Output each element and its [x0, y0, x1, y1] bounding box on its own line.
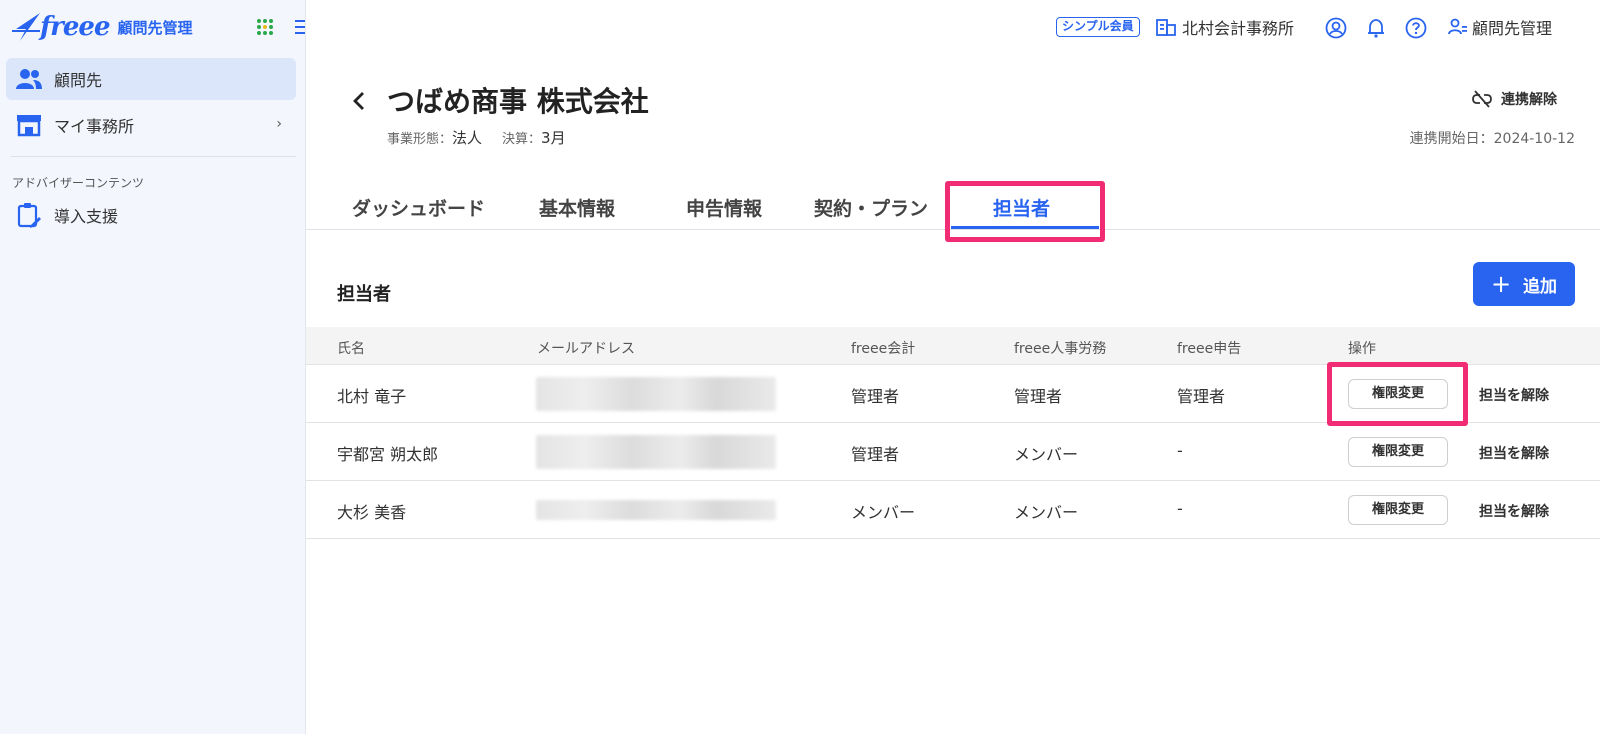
- account-icon[interactable]: [1325, 17, 1347, 39]
- back-chevron-icon[interactable]: [350, 90, 370, 112]
- clipboard-edit-icon: [16, 203, 42, 228]
- remove-staff-link[interactable]: 担当を解除: [1479, 443, 1549, 463]
- tab-basic-info[interactable]: 基本情報: [539, 194, 615, 221]
- plan-badge: シンプル会員: [1056, 17, 1140, 37]
- staff-name: 宇都宮 朔太郎: [337, 445, 439, 464]
- unlink-icon: [1472, 90, 1492, 108]
- menu-collapse-icon[interactable]: [293, 17, 305, 37]
- section-title: 担当者: [337, 284, 391, 305]
- col-name: 氏名: [337, 341, 365, 357]
- bell-icon[interactable]: [1365, 17, 1387, 39]
- accounting-role: メンバー: [851, 503, 916, 522]
- unlink-button[interactable]: 連携解除: [1472, 89, 1557, 109]
- tax-role: 管理者: [1177, 387, 1226, 406]
- plus-icon: +: [1490, 270, 1512, 298]
- col-email: メールアドレス: [537, 341, 635, 357]
- accounting-role: 管理者: [851, 387, 900, 406]
- unlink-label: 連携解除: [1501, 92, 1557, 108]
- staff-name: 大杉 美香: [337, 503, 407, 522]
- remove-staff-link[interactable]: 担当を解除: [1479, 501, 1549, 521]
- chevron-right-icon: ›: [276, 116, 282, 132]
- sidebar-section-title: アドバイザーコンテンツ: [12, 176, 145, 190]
- tab-contract-plan[interactable]: 契約・プラン: [814, 194, 928, 221]
- table-header: 氏名 メールアドレス freee会計 freee人事労務 freee申告 操作: [306, 327, 1600, 365]
- linked-date: 連携開始日：2024-10-12: [1409, 131, 1575, 147]
- email-redacted: [536, 500, 776, 520]
- top-header: シンプル会員 北村会計事務所 顧問先管理: [306, 0, 1600, 56]
- email-redacted: [536, 435, 776, 469]
- sidebar-item-label: マイ事務所: [54, 117, 135, 136]
- highlight-box-tab: [945, 181, 1105, 242]
- biz-type-value: 法人: [452, 129, 483, 147]
- apps-grid-icon[interactable]: [256, 18, 274, 36]
- tab-tax-filing[interactable]: 申告情報: [686, 194, 762, 221]
- bird-logo-icon: [12, 13, 40, 41]
- tax-role: -: [1177, 499, 1183, 518]
- sidebar-divider: [10, 156, 296, 157]
- change-permission-button[interactable]: 権限変更: [1348, 437, 1448, 467]
- tab-dashboard[interactable]: ダッシュボード: [352, 194, 485, 221]
- hr-role: 管理者: [1014, 387, 1063, 406]
- fiscal-label: 決算：: [502, 132, 542, 147]
- fiscal-value: 3月: [541, 129, 566, 147]
- logo-text: freee: [40, 12, 111, 42]
- staff-name: 北村 竜子: [337, 387, 407, 406]
- table-row: 宇都宮 朔太郎 管理者 メンバー - 権限変更 担当を解除: [306, 423, 1600, 481]
- building-icon: [1156, 19, 1176, 36]
- role-switcher[interactable]: 顧問先管理: [1448, 15, 1552, 39]
- email-redacted: [536, 377, 776, 411]
- sidebar-item-my-office[interactable]: マイ事務所 ›: [6, 104, 296, 146]
- add-button-label: 追加: [1523, 276, 1558, 297]
- sidebar-item-label: 導入支援: [54, 207, 119, 226]
- highlight-box-permission: [1327, 362, 1468, 426]
- sidebar-item-onboarding[interactable]: 導入支援: [6, 194, 296, 236]
- col-hr: freee人事労務: [1014, 341, 1107, 357]
- biz-type-label: 事業形態：: [387, 132, 453, 147]
- add-staff-button[interactable]: + 追加: [1473, 262, 1575, 306]
- office-name: 北村会計事務所: [1182, 19, 1295, 38]
- sidebar-item-clients[interactable]: 顧問先: [6, 58, 296, 100]
- people-icon: [16, 67, 42, 91]
- change-permission-button[interactable]: 権限変更: [1348, 495, 1448, 525]
- accounting-role: 管理者: [851, 445, 900, 464]
- page-title: つばめ商事 株式会社: [387, 85, 649, 118]
- app: freee 顧問先管理 顧問先 マイ事務所 › アドバイザーコンテンツ 導入支援…: [0, 0, 1600, 734]
- sidebar-item-label: 顧問先: [54, 71, 103, 90]
- table-row: 大杉 美香 メンバー メンバー - 権限変更 担当を解除: [306, 481, 1600, 539]
- remove-staff-link[interactable]: 担当を解除: [1479, 385, 1549, 405]
- role-label: 顧問先管理: [1472, 19, 1553, 38]
- hr-role: メンバー: [1014, 445, 1079, 464]
- app-name: 顧問先管理: [117, 18, 193, 37]
- sidebar: freee 顧問先管理 顧問先 マイ事務所 › アドバイザーコンテンツ 導入支援: [0, 0, 306, 734]
- client-meta: 事業形態：法人 決算：3月: [387, 127, 586, 148]
- hr-role: メンバー: [1014, 503, 1079, 522]
- office-icon: [16, 113, 42, 137]
- office-switcher[interactable]: 北村会計事務所: [1156, 15, 1294, 39]
- help-icon[interactable]: [1405, 17, 1427, 39]
- col-actions: 操作: [1348, 341, 1376, 357]
- col-tax: freee申告: [1177, 341, 1242, 357]
- user-settings-icon: [1448, 18, 1467, 35]
- tax-role: -: [1177, 441, 1183, 460]
- col-accounting: freee会計: [851, 341, 916, 357]
